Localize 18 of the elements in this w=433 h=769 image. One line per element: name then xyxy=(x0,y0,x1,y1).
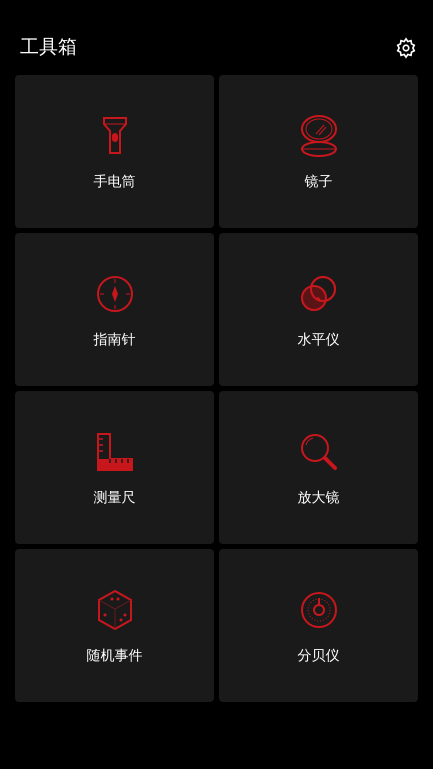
flashlight-icon xyxy=(102,116,128,156)
search-icon xyxy=(300,432,338,470)
dial-icon xyxy=(300,590,338,628)
tool-card[interactable]: 水平仪 xyxy=(219,232,418,386)
compact-mirror-icon xyxy=(300,114,338,158)
ruler-icon xyxy=(96,432,132,470)
tool-card[interactable]: 镜子 xyxy=(219,74,418,228)
settings-icon[interactable] xyxy=(395,37,417,60)
tool-card[interactable]: 手电筒 xyxy=(15,74,214,228)
tool-card[interactable]: 随机事件 xyxy=(15,548,214,702)
overlapping-circles-icon xyxy=(300,274,338,312)
tool-card[interactable]: 测量尺 xyxy=(15,390,214,544)
tool-card[interactable]: 放大镜 xyxy=(219,390,418,544)
tool-card[interactable]: 分贝仪 xyxy=(219,548,418,702)
compass-icon xyxy=(96,274,134,312)
tool-card[interactable]: 指南针 xyxy=(15,232,214,386)
page-title: 工具箱 xyxy=(20,36,77,60)
dice-icon xyxy=(96,590,132,630)
